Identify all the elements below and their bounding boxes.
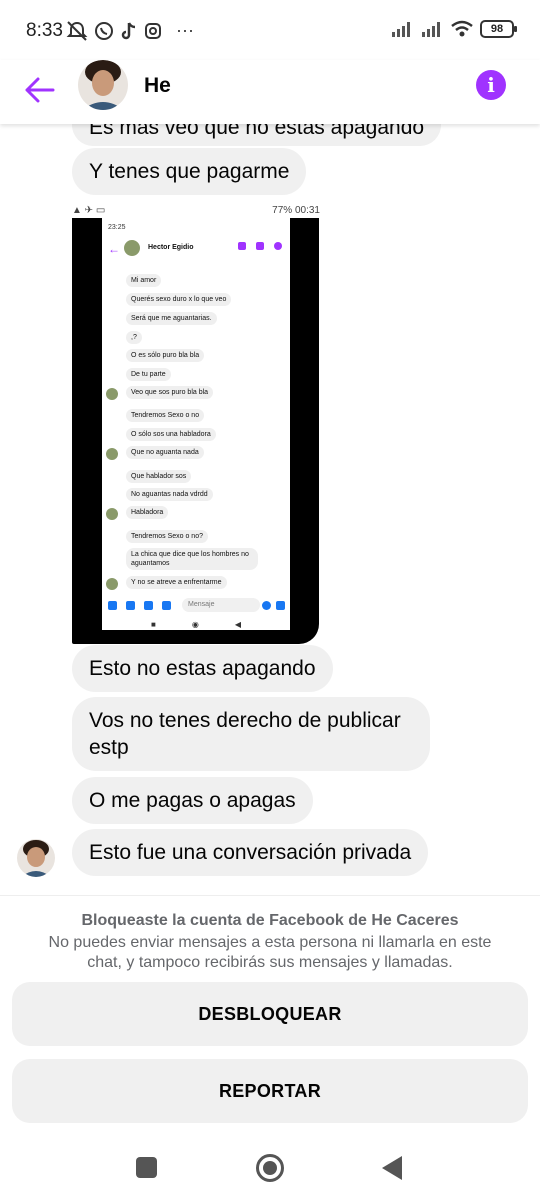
shared-image-info-icon <box>274 242 282 250</box>
shared-image-avatar <box>106 508 118 520</box>
shared-image-message: Y no se atreve a enfrentarme <box>126 576 227 589</box>
more-notifications-icon: ··· <box>176 20 194 40</box>
shared-image-message: Mi amor <box>126 274 162 287</box>
home-button[interactable] <box>256 1154 284 1182</box>
shared-image-alert-icons: ▲ ✈ ▭ <box>72 204 106 216</box>
shared-image-message: Que no aguanta nada <box>126 446 204 459</box>
shared-image-navbar: ■ ◉ ◀ <box>102 618 290 630</box>
signal-icon <box>392 22 410 37</box>
shared-image-back-icon: ← <box>108 242 120 256</box>
shared-image-apps-icon <box>108 601 117 610</box>
shared-image-message: No aguantas nada vdrdd <box>126 488 213 501</box>
notification-icons: ··· <box>66 20 194 41</box>
battery-icon: 98 <box>480 20 517 38</box>
info-button[interactable]: i <box>476 70 506 100</box>
shared-image-message: De tu parte <box>126 368 171 381</box>
shared-image[interactable]: 23:25 ← Hector Egidio Mi amor Querés sex… <box>72 204 319 644</box>
shared-image-message: O sólo sos una habladora <box>126 428 216 441</box>
shared-image-phone-icon <box>238 242 246 250</box>
shared-image-avatar <box>106 448 118 460</box>
header-avatar[interactable] <box>78 60 128 110</box>
contact-name[interactable]: He <box>144 74 171 98</box>
shared-image-avatar <box>106 578 118 590</box>
shared-image-message: ,? <box>126 331 142 344</box>
shared-image-status-right: 77% 00:31 <box>272 204 320 216</box>
shared-image-avatar <box>106 388 118 400</box>
shared-image-square-icon: ■ <box>151 619 156 629</box>
shared-image-status-bar: ▲ ✈ ▭ 77% 00:31 <box>72 202 320 218</box>
shared-image-video-icon <box>256 242 264 250</box>
shared-image-contact-name: Hector Egidio <box>148 244 194 251</box>
shared-image-gallery-icon <box>144 601 153 610</box>
system-icons: 98 <box>390 20 517 38</box>
tiktok-icon <box>121 21 136 39</box>
info-icon: i <box>487 73 495 97</box>
message-bubble[interactable]: Y tenes que pagarme <box>72 148 307 195</box>
muted-bell-icon <box>66 20 88 41</box>
contact-avatar-image <box>17 839 55 877</box>
whatsapp-icon <box>95 21 113 40</box>
contact-avatar[interactable] <box>17 839 55 877</box>
blocked-title: Bloqueaste la cuenta de Facebook de He C… <box>81 912 459 929</box>
shared-image-message-input: Mensaje <box>182 598 260 612</box>
shared-image-message: Veo que sos puro bla bla <box>126 386 214 399</box>
shared-image-home-icon: ◉ <box>191 619 199 629</box>
back-button[interactable] <box>20 70 60 110</box>
status-bar: 8:33 ··· 98 <box>0 0 540 60</box>
shared-image-like-icon <box>276 601 285 610</box>
recents-button[interactable] <box>136 1157 157 1178</box>
message-list[interactable]: Es más veo que no estas apagando Y tenes… <box>0 100 540 895</box>
message-bubble[interactable]: Esto fue una conversación privada <box>72 829 429 876</box>
shared-image-message: Tendremos Sexo o no? <box>126 530 208 543</box>
system-back-button[interactable] <box>382 1156 402 1180</box>
signal-icon-2 <box>422 22 440 37</box>
shared-image-call-icons <box>238 242 282 250</box>
shared-image-emoji-icon <box>262 601 271 610</box>
shared-image-message: O es sólo puro bla bla <box>126 349 205 362</box>
shared-image-avatar <box>124 240 140 256</box>
shared-image-time: 23:25 <box>108 224 126 231</box>
shared-image-message: Querés sexo duro x lo que veo <box>126 293 232 306</box>
message-bubble[interactable]: Vos no tenes derecho de publicar estp <box>72 697 430 771</box>
shared-image-screen: 23:25 ← Hector Egidio Mi amor Querés sex… <box>102 218 290 630</box>
shared-image-camera-icon <box>126 601 135 610</box>
shared-image-message: Habladora <box>126 506 169 519</box>
shared-image-message: Tendremos Sexo o no <box>126 409 205 422</box>
unblock-button[interactable]: DESBLOQUEAR <box>12 982 528 1046</box>
report-button[interactable]: REPORTAR <box>12 1059 528 1123</box>
shared-image-message: Será que me aguantarias. <box>126 312 217 325</box>
message-bubble[interactable]: Esto no estas apagando <box>72 645 333 692</box>
blocked-description: No puedes enviar mensajes a esta persona… <box>48 934 492 971</box>
status-time: 8:33 <box>26 20 63 41</box>
system-nav-bar <box>0 1140 540 1200</box>
conversation-header: He i <box>0 60 540 124</box>
header-avatar-image <box>78 60 128 110</box>
shared-image-header: ← Hector Egidio <box>102 238 290 260</box>
back-arrow-icon <box>25 77 55 103</box>
instagram-icon <box>145 22 161 39</box>
wifi-icon <box>451 20 473 37</box>
shared-image-message: Que hablador sos <box>126 470 192 483</box>
shared-image-back-nav-icon: ◀ <box>234 619 241 629</box>
shared-image-composer: Mensaje <box>102 596 290 616</box>
message-bubble[interactable]: O me pagas o apagas <box>72 777 313 824</box>
shared-image-mic-icon <box>162 601 171 610</box>
shared-image-message: La chica que dice que los hombres no agu… <box>126 548 258 570</box>
